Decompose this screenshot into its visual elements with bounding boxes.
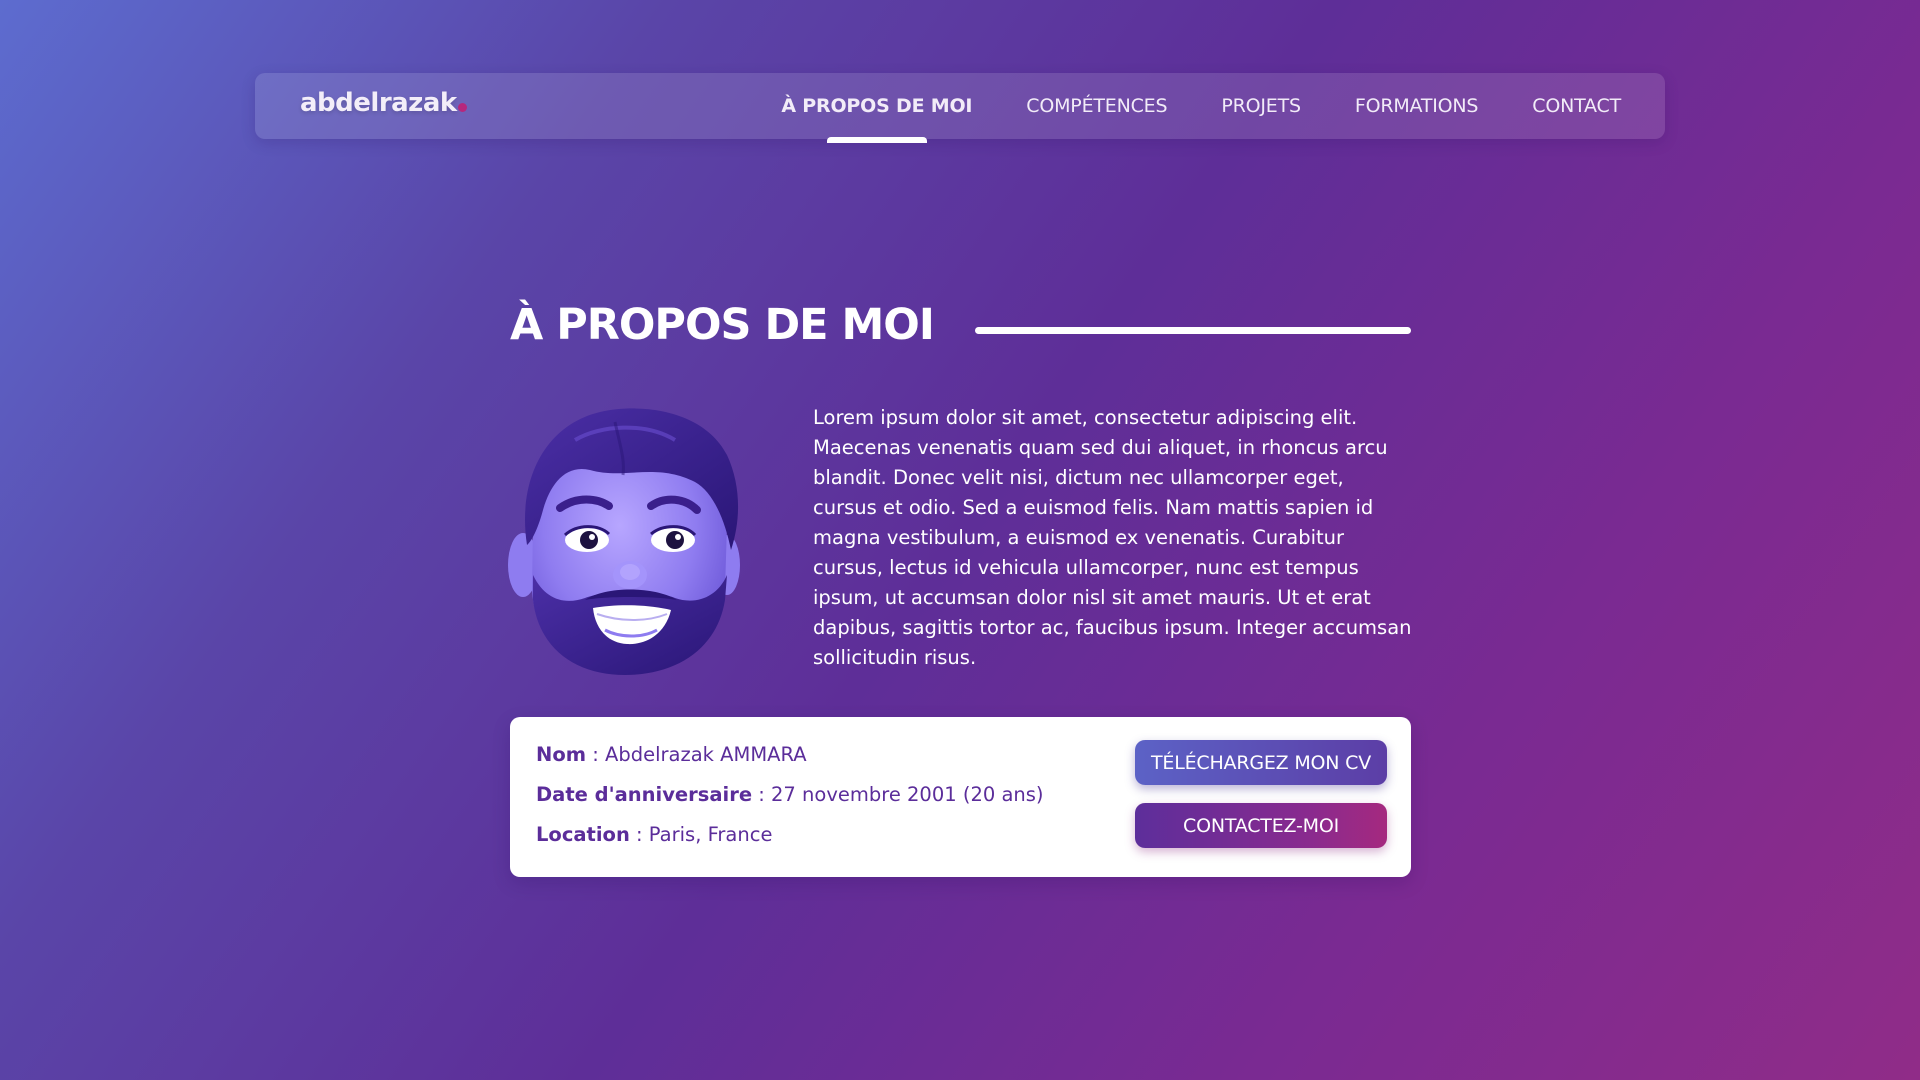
nav-item-label: CONTACT [1532, 95, 1621, 117]
info-row-location: Location : Paris, France [536, 823, 772, 846]
nav-item-contact[interactable]: CONTACT [1532, 95, 1621, 117]
title-divider [975, 327, 1411, 334]
info-label: Location [536, 823, 630, 846]
memoji-avatar-icon [508, 408, 740, 675]
info-row-name: Nom : Abdelrazak AMMARA [536, 743, 807, 766]
nav-item-label: FORMATIONS [1354, 95, 1479, 117]
contact-me-button[interactable]: CONTACTEZ-MOI [1135, 803, 1387, 848]
info-value: : Abdelrazak AMMARA [586, 743, 807, 766]
download-cv-button[interactable]: TÉLÉCHARGEZ MON CV [1135, 740, 1387, 785]
nav-item-label: COMPÉTENCES [1026, 95, 1168, 117]
nav-item-about[interactable]: À PROPOS DE MOI [781, 95, 973, 143]
nav-item-projects[interactable]: PROJETS [1221, 95, 1301, 117]
logo-dot [457, 103, 467, 112]
info-value: : 27 novembre 2001 (20 ans) [752, 783, 1044, 806]
info-label: Date d'anniversaire [536, 783, 753, 806]
info-row-birthday: Date d'anniversaire : 27 novembre 2001 (… [536, 783, 1044, 806]
section-title: À PROPOS DE MOI [510, 300, 935, 350]
nav-item-skills[interactable]: COMPÉTENCES [1026, 95, 1167, 117]
nav-item-label: À PROPOS DE MOI [781, 95, 973, 117]
nav-item-education[interactable]: FORMATIONS [1354, 95, 1479, 117]
nav-active-indicator [826, 137, 927, 143]
logo-text: abdelrazak [300, 88, 457, 118]
logo[interactable]: abdelrazak [300, 88, 467, 118]
bio-text: Lorem ipsum dolor sit amet, consectetur … [813, 406, 1412, 669]
nav-item-label: PROJETS [1221, 95, 1301, 117]
nav-links: À PROPOS DE MOI COMPÉTENCES PROJETS FORM… [727, 73, 1621, 143]
info-card: Nom : Abdelrazak AMMARA Date d'anniversa… [510, 717, 1411, 877]
info-label: Nom [536, 743, 587, 766]
navbar: abdelrazak À PROPOS DE MOI COMPÉTENCES P… [255, 73, 1665, 143]
info-value: : Paris, France [629, 823, 773, 846]
